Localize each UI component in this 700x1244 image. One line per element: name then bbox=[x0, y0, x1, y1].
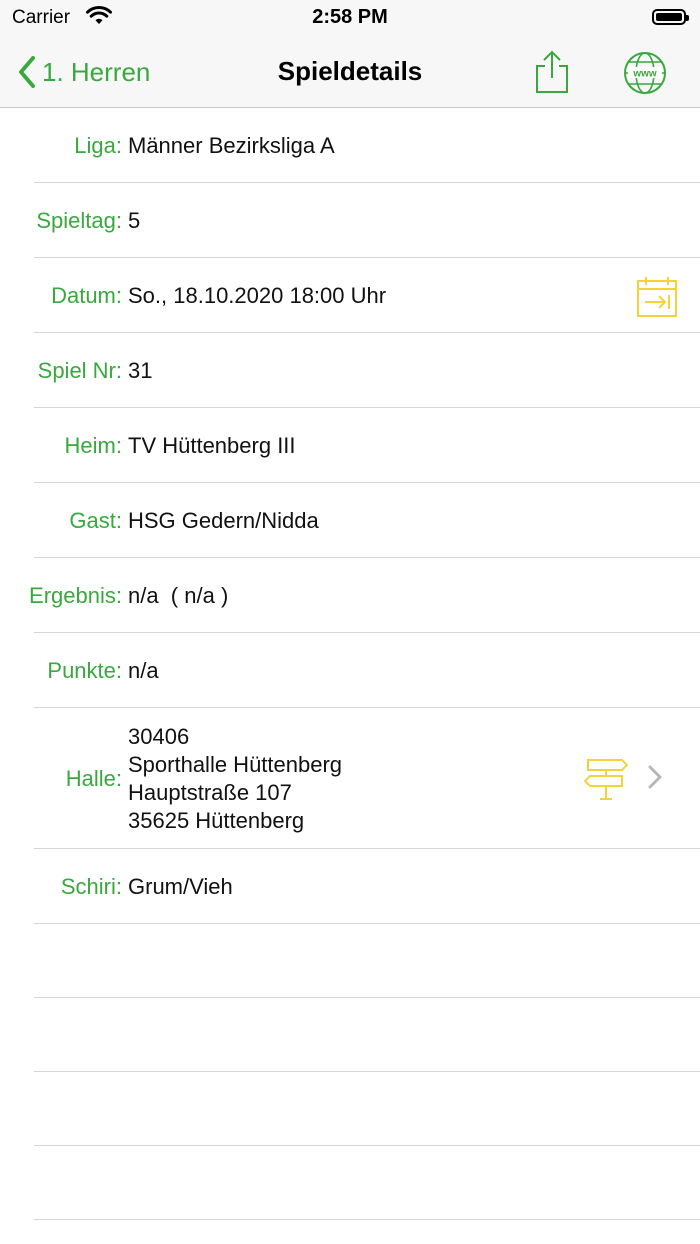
row-heim: Heim: TV Hüttenberg III bbox=[0, 408, 700, 483]
battery-icon bbox=[652, 9, 689, 25]
empty-row bbox=[0, 998, 700, 1072]
navigation-bar: 1. Herren Spieldetails www bbox=[0, 36, 700, 108]
hall-line: Hauptstraße 107 bbox=[128, 779, 292, 805]
hall-line: 35625 Hüttenberg bbox=[128, 807, 305, 833]
chevron-right-icon[interactable] bbox=[648, 765, 662, 789]
label-gast: Gast: bbox=[69, 507, 122, 533]
hall-line: 30406 bbox=[128, 723, 190, 749]
row-punkte: Punkte: n/a bbox=[0, 633, 700, 708]
hall-address: 30406 Sporthalle Hüttenberg Hauptstraße … bbox=[128, 723, 342, 835]
signpost-icon[interactable] bbox=[584, 758, 628, 800]
value-spieltag: 5 bbox=[128, 207, 141, 233]
value-schiri: Grum/Vieh bbox=[128, 873, 233, 899]
calendar-add-icon[interactable] bbox=[636, 276, 678, 318]
value-datum: So., 18.10.2020 18:00 Uhr bbox=[128, 282, 387, 308]
value-gast: HSG Gedern/Nidda bbox=[128, 507, 319, 533]
status-bar: Carrier 2:58 PM bbox=[0, 0, 700, 36]
value-liga: Männer Bezirksliga A bbox=[128, 132, 335, 158]
page-title: Spieldetails bbox=[277, 56, 423, 86]
value-heim: TV Hüttenberg III bbox=[128, 432, 296, 458]
details-list: Liga: Männer Bezirksliga A Spieltag: 5 D… bbox=[0, 108, 700, 1220]
empty-row bbox=[0, 1072, 700, 1146]
value-spiel-nr: 31 bbox=[128, 357, 153, 383]
value-punkte: n/a bbox=[128, 657, 159, 683]
clock: 2:58 PM bbox=[312, 6, 388, 28]
globe-www-icon[interactable]: www bbox=[622, 50, 668, 96]
empty-row bbox=[0, 924, 700, 998]
row-liga: Liga: Männer Bezirksliga A bbox=[0, 108, 700, 183]
label-punkte: Punkte: bbox=[47, 657, 122, 683]
row-datum: Datum: So., 18.10.2020 18:00 Uhr bbox=[0, 258, 700, 333]
share-icon[interactable] bbox=[533, 50, 571, 94]
label-liga: Liga: bbox=[74, 132, 122, 158]
label-ergebnis: Ergebnis: bbox=[29, 582, 122, 608]
row-spiel-nr: Spiel Nr: 31 bbox=[0, 333, 700, 408]
label-datum: Datum: bbox=[51, 282, 122, 308]
row-ergebnis: Ergebnis: n/a ( n/a ) bbox=[0, 558, 700, 633]
row-halle[interactable]: Halle: 30406 Sporthalle Hüttenberg Haupt… bbox=[0, 708, 700, 849]
label-halle: Halle: bbox=[65, 765, 122, 791]
row-schiri: Schiri: Grum/Vieh bbox=[0, 849, 700, 924]
row-gast: Gast: HSG Gedern/Nidda bbox=[0, 483, 700, 558]
label-spieltag: Spieltag: bbox=[36, 207, 122, 233]
row-spieltag: Spieltag: 5 bbox=[0, 183, 700, 258]
hall-line: Sporthalle Hüttenberg bbox=[128, 751, 343, 777]
svg-text:www: www bbox=[632, 69, 657, 80]
label-heim: Heim: bbox=[64, 432, 122, 458]
label-spiel-nr: Spiel Nr: bbox=[37, 357, 122, 383]
label-schiri: Schiri: bbox=[60, 873, 122, 899]
value-ergebnis: n/a ( n/a ) bbox=[128, 582, 229, 608]
empty-row bbox=[0, 1146, 700, 1220]
